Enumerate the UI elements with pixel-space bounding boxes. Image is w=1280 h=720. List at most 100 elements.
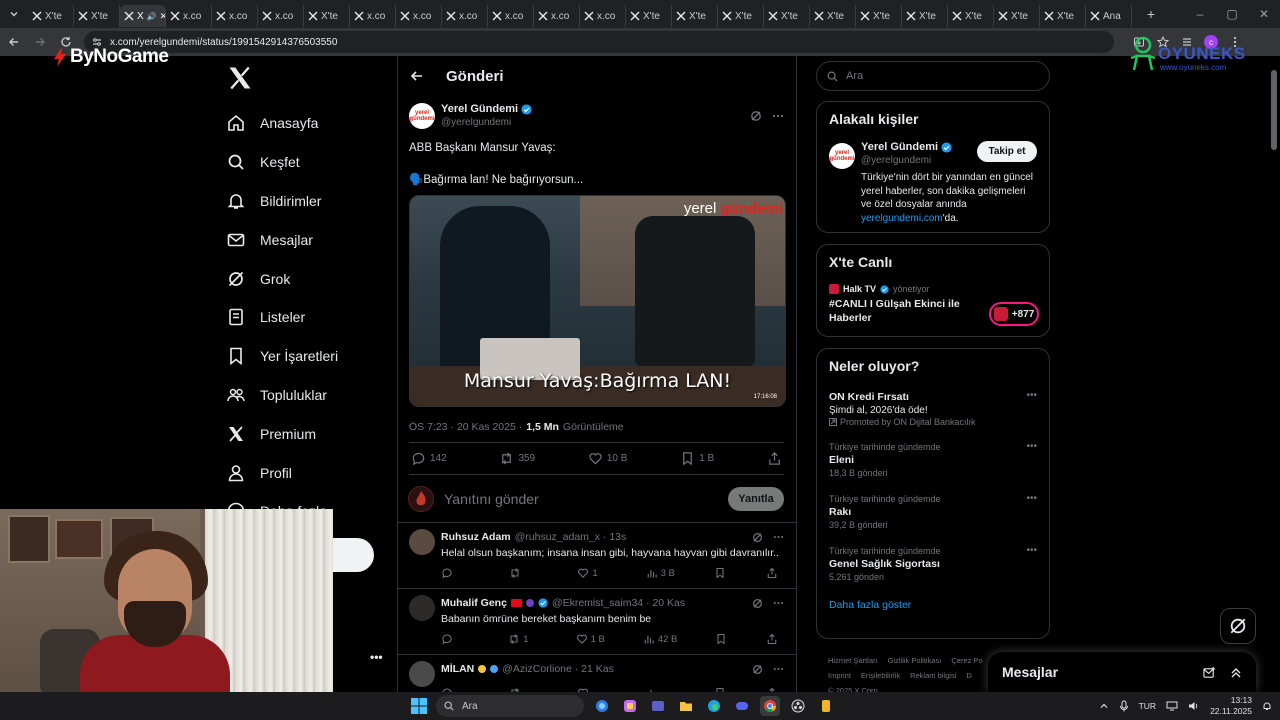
show-more-link[interactable]: Daha fazla göster	[829, 599, 1037, 611]
like-action[interactable]: 1	[577, 567, 607, 579]
trend-item[interactable]: Türkiye tarihinde gündemde Eleni 18,3 B gö…	[829, 441, 1037, 479]
reply-author-handle[interactable]: @AzizCorlione · 21 Kas	[502, 663, 614, 675]
notification-bell-icon[interactable]	[1262, 701, 1272, 711]
footer-link[interactable]: Çerez Po	[951, 656, 982, 665]
tab-search-button[interactable]	[0, 0, 28, 28]
repost-action[interactable]: 359	[499, 451, 535, 466]
live-event-title[interactable]: #CANLI I Gülşah Ekinci ile Haberler	[829, 298, 979, 325]
nav-item-communities[interactable]: Topluluklar	[222, 376, 392, 415]
browser-tab[interactable]: X'te	[626, 5, 672, 27]
related-handle[interactable]: @yerelgundemi	[861, 154, 952, 167]
browser-tab[interactable]: x.co	[258, 5, 304, 27]
audio-icon[interactable]: 🔊	[147, 12, 157, 21]
more-options-icon[interactable]	[773, 601, 784, 605]
reply-action[interactable]: 142	[411, 451, 447, 466]
search-bar[interactable]	[816, 61, 1050, 91]
live-host[interactable]: Halk TV yönetiyor	[829, 284, 1037, 294]
nav-item-bookmark[interactable]: Yer İşaretleri	[222, 337, 392, 376]
browser-tab[interactable]: X'te	[1040, 5, 1086, 27]
footer-link[interactable]: Gizlilik Politikası	[888, 656, 942, 665]
nav-item-envelope[interactable]: Mesajlar	[222, 220, 392, 259]
reply-author-name[interactable]: Muhalif Genç	[441, 597, 507, 609]
reply-author-handle[interactable]: @ruhsuz_adam_x · 13s	[515, 531, 627, 543]
share-action[interactable]	[766, 633, 780, 645]
trend-more-icon[interactable]: •••	[1026, 390, 1037, 401]
reply-tweet[interactable]: Ruhsuz Adam @ruhsuz_adam_x · 13s Helal ols…	[398, 523, 796, 589]
scrollbar-thumb[interactable]	[1271, 70, 1277, 150]
browser-tab[interactable]: X'te	[902, 5, 948, 27]
taskbar-app-discord[interactable]	[732, 696, 752, 716]
footer-link[interactable]: Reklam bilgisi	[910, 671, 956, 680]
live-listener-badge[interactable]: +877	[989, 302, 1039, 326]
taskbar-app-explorer[interactable]	[676, 696, 696, 716]
browser-tab[interactable]: x.co	[580, 5, 626, 27]
nav-item-list[interactable]: Listeler	[222, 298, 392, 337]
reply-action[interactable]	[441, 567, 471, 579]
browser-tab[interactable]: X'te	[304, 5, 350, 27]
footer-link[interactable]: Hizmet Şartları	[828, 656, 878, 665]
bookmark-action[interactable]: 1 B	[680, 451, 714, 466]
footer-link[interactable]: Imprint	[828, 671, 851, 680]
trend-more-icon[interactable]: •••	[1026, 441, 1037, 452]
browser-tab[interactable]: x.co	[534, 5, 580, 27]
page-scrollbar[interactable]	[1270, 60, 1278, 690]
author-avatar[interactable]: yerel gündemi	[409, 103, 435, 129]
messages-drawer[interactable]: Mesajlar	[988, 652, 1256, 692]
views-action[interactable]: 42 B	[643, 633, 677, 645]
trend-more-icon[interactable]: •••	[1026, 545, 1037, 556]
url-field[interactable]: x.com/yerelgundemi/status/19915429143765…	[84, 31, 1114, 53]
browser-tab[interactable]: X'te	[994, 5, 1040, 27]
expand-up-icon[interactable]	[1230, 666, 1242, 679]
author-name-row[interactable]: Yerel Gündemi	[441, 103, 532, 116]
nav-item-search[interactable]: Keşfet	[222, 143, 392, 182]
reply-input[interactable]: Yanıtını gönder	[444, 491, 539, 507]
like-action[interactable]: 1 B	[576, 633, 606, 645]
taskbar-app-misc[interactable]	[816, 696, 836, 716]
browser-tab[interactable]: x.co	[212, 5, 258, 27]
reply-tweet[interactable]: MİLAN @AzizCorlione · 21 Kas	[398, 655, 796, 692]
reply-author-name[interactable]: Ruhsuz Adam	[441, 531, 511, 543]
taskbar-app-store[interactable]	[620, 696, 640, 716]
browser-tab[interactable]: X'te	[810, 5, 856, 27]
more-options-icon[interactable]	[773, 535, 784, 539]
reply-avatar[interactable]	[409, 529, 435, 555]
more-options-icon[interactable]	[773, 667, 784, 671]
taskbar-app-obs[interactable]	[788, 696, 808, 716]
trend-more-icon[interactable]: •••	[1026, 493, 1037, 504]
nav-item-profile[interactable]: Profil	[222, 453, 392, 492]
browser-tab[interactable]: x.co	[166, 5, 212, 27]
reply-submit-button[interactable]: Yanıtla	[728, 486, 784, 511]
volume-icon[interactable]	[1188, 701, 1200, 711]
footer-link[interactable]: D	[966, 671, 971, 680]
related-name-row[interactable]: Yerel Gündemi	[861, 141, 952, 154]
author-handle[interactable]: @yerelgundemi	[441, 116, 532, 129]
reply-action[interactable]	[441, 633, 471, 645]
new-tab-button[interactable]: +	[1138, 0, 1164, 28]
taskbar-app-copilot[interactable]	[592, 696, 612, 716]
trend-item[interactable]: Türkiye tarihinde gündemde Rakı 39,2 B gön…	[829, 493, 1037, 531]
trend-item[interactable]: Türkiye tarihinde gündemde Genel Sağlık S…	[829, 545, 1037, 583]
nav-item-bell[interactable]: Bildirimler	[222, 182, 392, 221]
forward-button[interactable]	[28, 30, 52, 54]
browser-tab[interactable]: X'te	[948, 5, 994, 27]
repost-action[interactable]: 1	[508, 633, 538, 645]
follow-button[interactable]: Takip et	[977, 141, 1037, 162]
browser-tab[interactable]: X'te	[28, 5, 74, 27]
browser-tab[interactable]: X'te	[856, 5, 902, 27]
more-options-icon[interactable]	[772, 114, 784, 118]
clock[interactable]: 13:13 22.11.2025	[1210, 695, 1252, 717]
reply-author-handle[interactable]: @Ekremist_saim34 · 20 Kas	[552, 597, 685, 609]
new-message-icon[interactable]	[1203, 666, 1216, 679]
bookmark-action[interactable]	[715, 633, 729, 645]
tweet-video[interactable]: yerel gündemi Mansur Yavaş:Bağırma LAN! …	[409, 195, 786, 407]
reply-author-name[interactable]: MİLAN	[441, 663, 474, 675]
account-more-icon[interactable]: •••	[370, 650, 383, 664]
browser-tab[interactable]: x.co	[350, 5, 396, 27]
network-icon[interactable]	[1166, 701, 1178, 711]
grok-icon[interactable]	[750, 110, 762, 122]
minimize-button[interactable]: –	[1184, 0, 1216, 28]
nav-item-grok[interactable]: Grok	[222, 259, 392, 298]
browser-tab[interactable]: x.co	[442, 5, 488, 27]
promoted-trend[interactable]: ON Kredi Fırsatı Şimdi al, 2026'da öde! …	[829, 390, 1037, 427]
bookmark-action[interactable]	[714, 567, 728, 579]
